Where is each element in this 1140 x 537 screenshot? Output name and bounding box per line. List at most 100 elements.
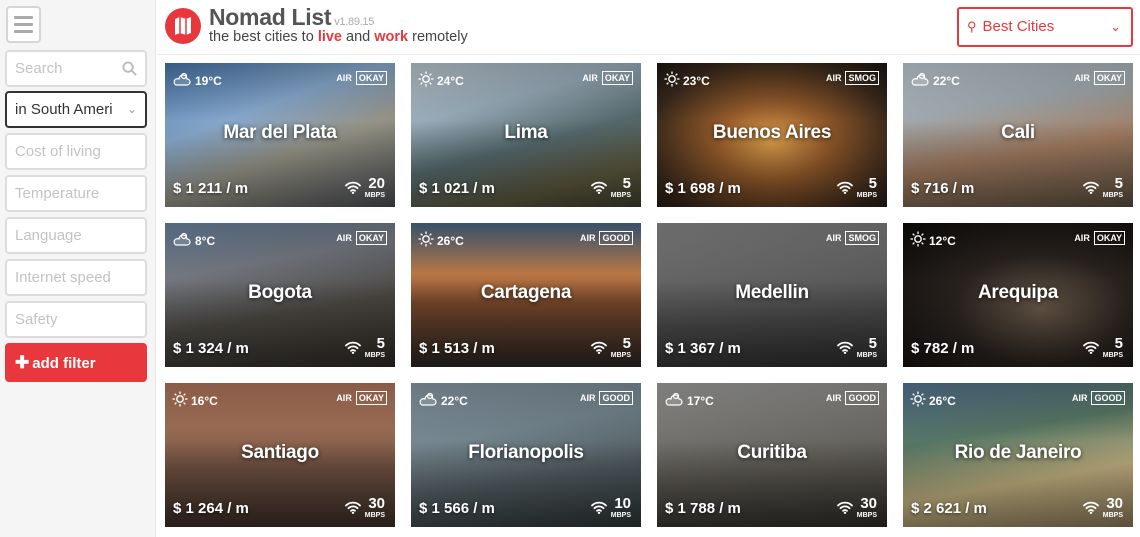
city-card[interactable]: 17°C AIR GOOD Curitiba $ 1 788 / m 30 MBPS [657,383,887,527]
cost-of-living: $ 1 021 / m [419,180,495,197]
wifi-icon [344,501,361,519]
weather: 16°C [172,391,218,410]
air-quality: AIR GOOD [1072,391,1125,405]
speed-unit: MBPS [1102,352,1123,359]
air-quality: AIR OKAY [336,391,387,405]
speed-unit: MBPS [1102,192,1123,199]
city-name-rio-de-janeiro[interactable]: Rio de Janeiro [903,442,1133,464]
air-quality: AIR OKAY [1074,71,1125,85]
city-card[interactable]: AIR SMOG Medellin $ 1 367 / m 5 MBPS [657,223,887,367]
filter-safety[interactable]: Safety [5,301,147,338]
city-name-florianopolis[interactable]: Florianopolis [411,442,641,464]
air-quality-badge: SMOG [845,231,879,245]
cloud-icon [172,71,192,90]
city-name-lima[interactable]: Lima [411,122,641,144]
city-card[interactable]: 24°C AIR OKAY Lima $ 1 021 / m 5 MBPS [411,63,641,207]
wifi-icon [590,341,607,359]
filter-internet-speed[interactable]: Internet speed [5,259,147,296]
wifi-icon [1082,181,1099,199]
cost-of-living: $ 1 211 / m [173,180,249,197]
air-label: AIR [825,393,842,403]
map-logo-icon[interactable] [165,8,201,44]
speed-value: 5 [622,335,631,352]
tagline-text: the best cities to [209,29,318,45]
city-card[interactable]: 16°C AIR OKAY Santiago $ 1 264 / m 30 MBPS [165,383,395,527]
city-card[interactable]: 8°C AIR OKAY Bogota $ 1 324 / m 5 MBPS [165,223,395,367]
air-quality-badge: OKAY [1093,71,1125,85]
city-name-buenos-aires[interactable]: Buenos Aires [657,122,887,144]
sun-icon [418,71,434,90]
filter-temperature[interactable]: Temperature [5,175,147,212]
speed-value: 20 [368,175,385,192]
speed-value: 10 [614,495,631,512]
city-name-bogota[interactable]: Bogota [165,282,395,304]
cost-of-living: $ 1 566 / m [419,500,495,517]
search-icon [122,61,137,76]
filter-cost-of-living[interactable]: Cost of living [5,133,147,170]
air-quality-badge: SMOG [845,71,879,85]
air-label: AIR [336,73,352,83]
cloud-icon [418,391,438,410]
temperature: 22°C [933,73,960,88]
city-card[interactable]: 23°C AIR SMOG Buenos Aires $ 1 698 / m 5 MBPS [657,63,887,207]
air-quality: AIR SMOG [826,231,879,245]
air-quality-badge: OKAY [355,391,387,405]
cloud-icon [172,231,192,250]
region-select[interactable]: in South Ameri ⌄ [5,91,147,128]
air-label: AIR [1071,393,1088,403]
temperature: 26°C [437,233,464,248]
city-card[interactable]: 26°C AIR GOOD Rio de Janeiro $ 2 621 / m 30 MB… [903,383,1133,527]
sun-icon [664,71,680,90]
brand-title[interactable]: Nomad List v1.89.15 [209,4,374,31]
cloud-icon [664,391,684,410]
search-placeholder: Search [15,60,63,77]
air-label: AIR [336,233,352,243]
temperature: 17°C [687,393,714,408]
tagline-work: work [374,29,409,45]
city-card[interactable]: 22°C AIR GOOD Florianopolis $ 1 566 / m 10 MBP… [411,383,641,527]
wifi-icon [344,181,361,199]
city-card[interactable]: 26°C AIR GOOD Cartagena $ 1 513 / m 5 MBPS [411,223,641,367]
sort-select[interactable]: ⚲ Best Cities ⌄ [957,7,1133,47]
speed-unit: MBPS [1102,512,1123,519]
air-label: AIR [336,393,352,403]
speed-value: 30 [368,495,385,512]
speed-value: 5 [376,335,385,352]
air-quality-badge: OKAY [355,231,387,245]
menu-icon[interactable] [6,6,41,43]
region-select-value: in South Ameri [15,101,113,118]
air-quality: AIR OKAY [1074,231,1125,245]
speed-unit: MBPS [364,512,385,519]
internet-speed: 30 MBPS [836,496,877,519]
cost-of-living: $ 1 698 / m [665,180,741,197]
city-card[interactable]: 22°C AIR OKAY Cali $ 716 / m 5 MBPS [903,63,1133,207]
city-name-cali[interactable]: Cali [903,122,1133,144]
air-quality: AIR GOOD [580,231,633,245]
search-input[interactable]: Search [5,50,147,87]
air-label: AIR [579,233,596,243]
city-card[interactable]: 19°C AIR OKAY Mar del Plata $ 1 211 / m 20 MBP… [165,63,395,207]
city-name-santiago[interactable]: Santiago [165,442,395,464]
chevron-down-icon: ⌄ [1110,19,1121,34]
internet-speed: 5 MBPS [836,176,877,199]
city-name-cartagena[interactable]: Cartagena [411,282,641,304]
wifi-icon [344,341,361,359]
air-quality: AIR SMOG [826,71,879,85]
city-card[interactable]: 12°C AIR OKAY Arequipa $ 782 / m 5 MBPS [903,223,1133,367]
air-quality-badge: OKAY [355,71,387,85]
add-filter-button[interactable]: ✚ add filter [5,343,147,382]
city-name-arequipa[interactable]: Arequipa [903,282,1133,304]
internet-speed: 5 MBPS [590,335,631,359]
city-name-curitiba[interactable]: Curitiba [657,442,887,464]
internet-speed: 10 MBPS [590,495,631,519]
temperature: 23°C [683,73,710,88]
filter-language[interactable]: Language [5,217,147,254]
city-name-mar-del-plata[interactable]: Mar del Plata [165,122,395,144]
air-quality: AIR GOOD [826,391,879,405]
cost-of-living: $ 716 / m [911,180,975,197]
tagline-text: remotely [408,29,468,45]
city-name-medellin[interactable]: Medellin [657,282,887,304]
internet-speed: 5 MBPS [836,336,877,359]
internet-speed: 5 MBPS [590,176,631,199]
wifi-icon [1082,341,1099,359]
